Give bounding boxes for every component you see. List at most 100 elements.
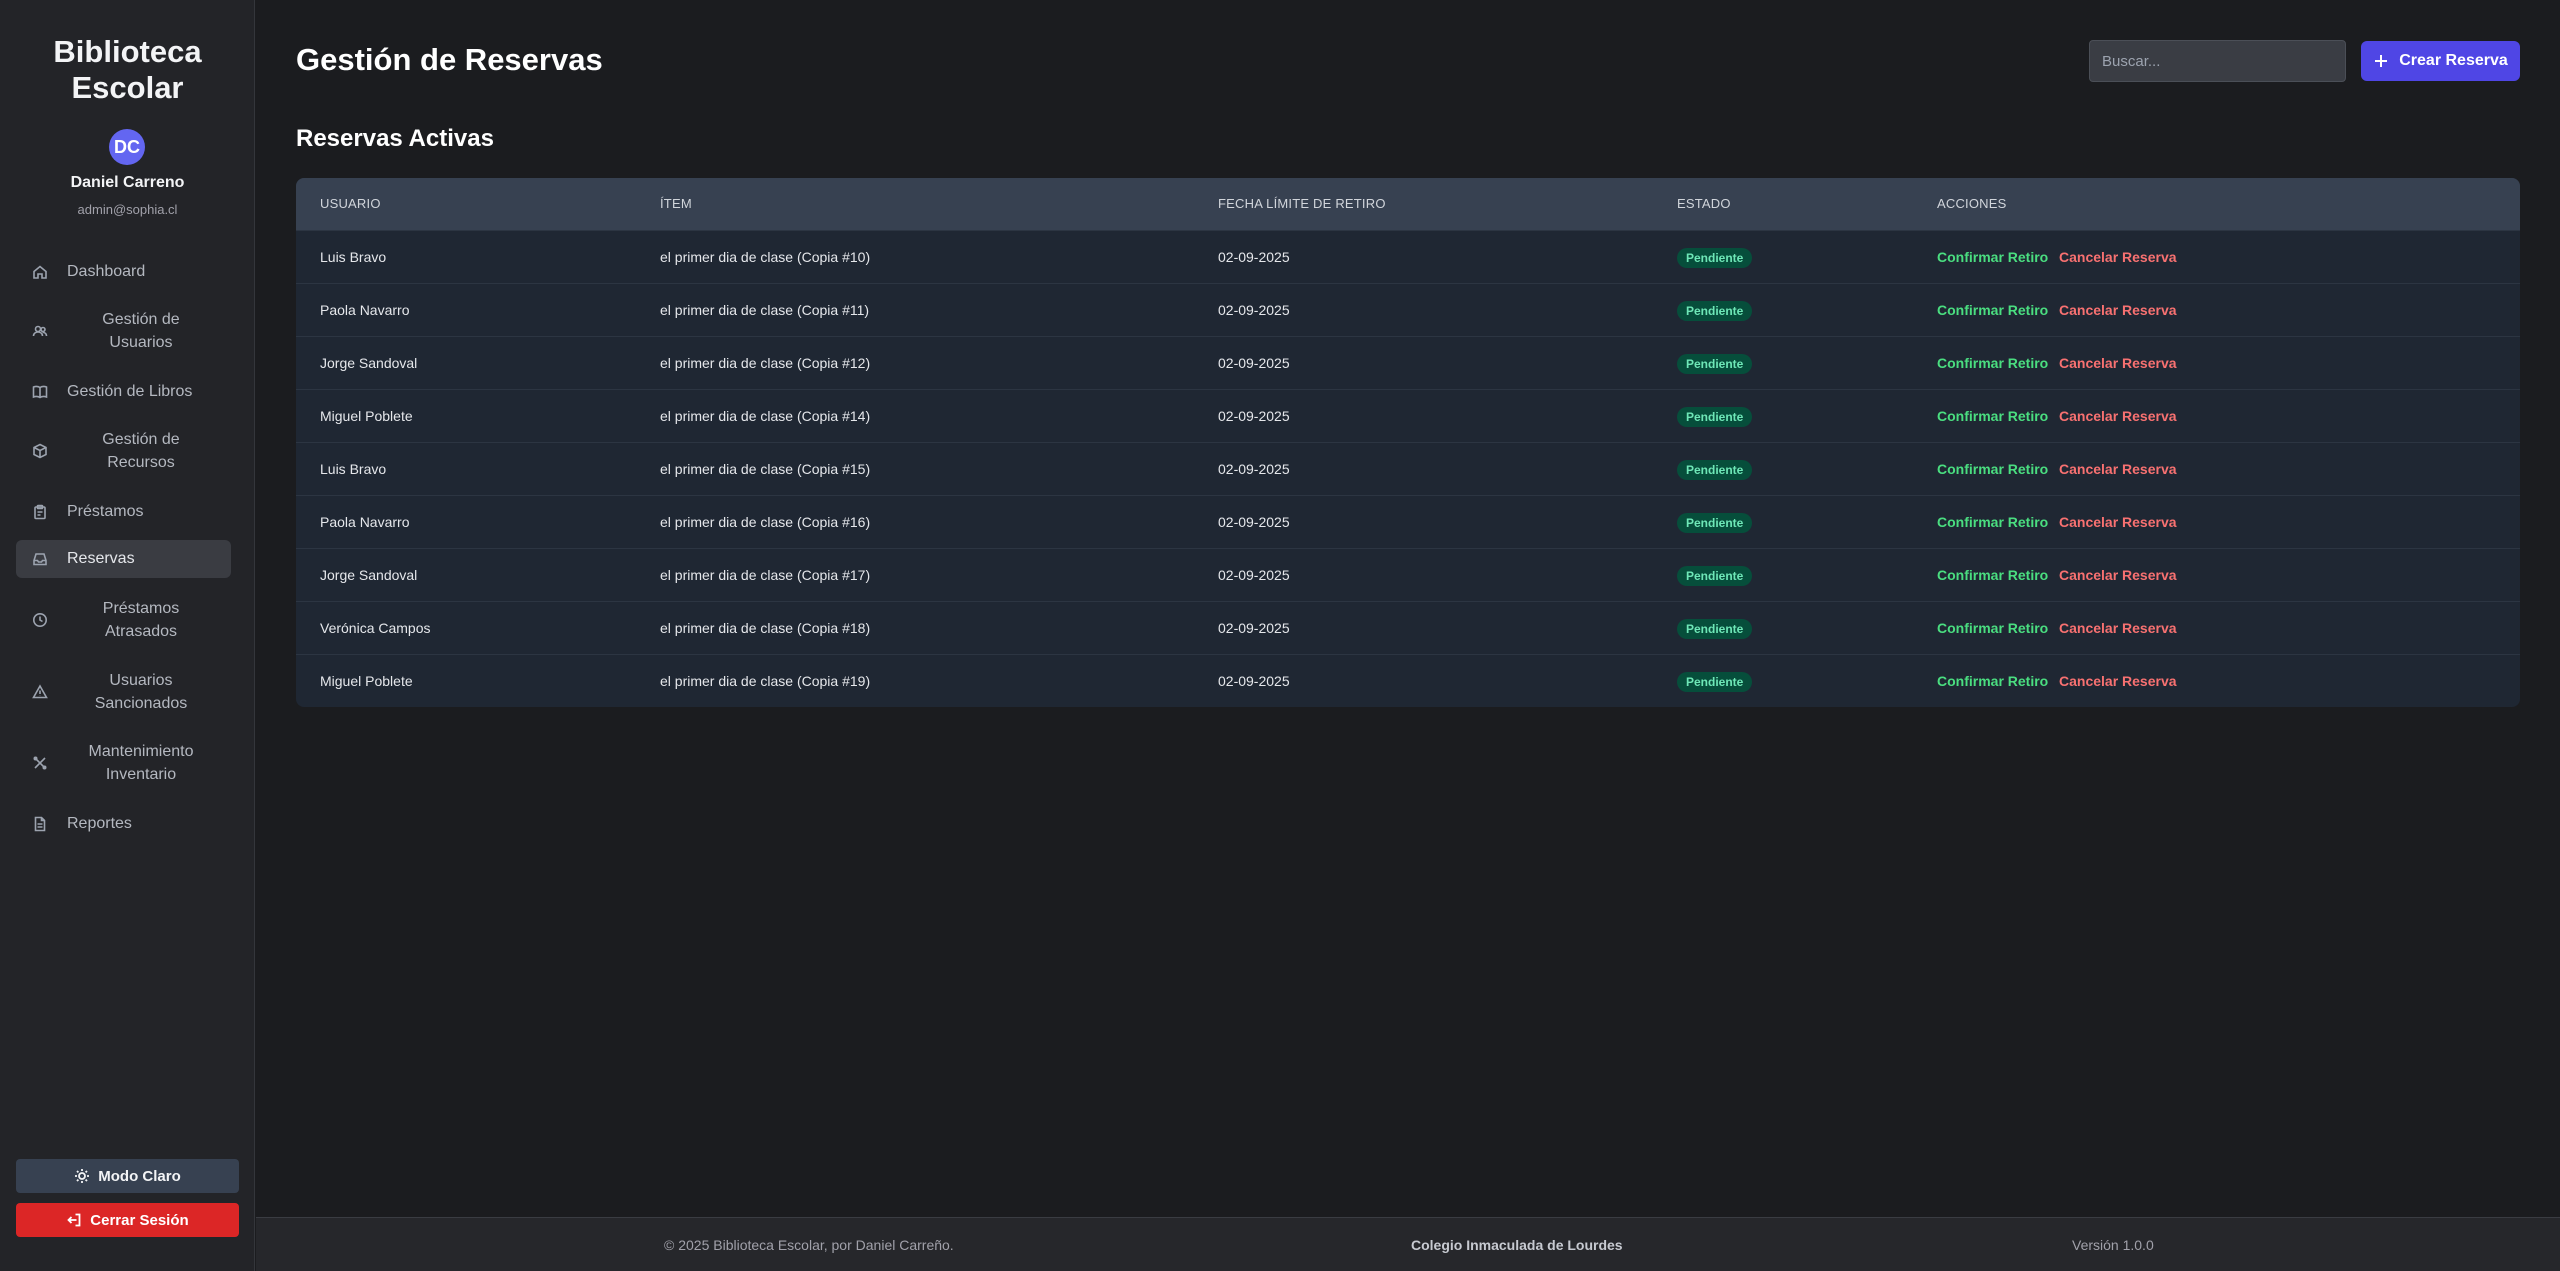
status-badge: Pendiente [1677,407,1753,427]
confirm-pickup-button[interactable]: Confirmar Retiro [1937,602,2048,655]
cell-item: el primer dia de clase (Copia #12) [660,355,871,371]
cell-fecha: 02-09-2025 [1218,620,1290,636]
clock-icon [32,612,48,628]
sidebar-item-label-line-2: Atrasados [104,623,178,640]
status-badge: Pendiente [1677,619,1753,639]
cell-fecha: 02-09-2025 [1218,514,1290,530]
table-header: Usuario Ítem Fecha Límite de Retiro Esta… [296,178,2520,230]
cell-fecha: 02-09-2025 [1218,567,1290,583]
confirm-pickup-button[interactable]: Confirmar Retiro [1937,284,2048,337]
search-input[interactable] [2089,40,2346,82]
sidebar-item-label: Reservas [67,550,135,567]
table-row: Paola Navarro el primer dia de clase (Co… [296,283,2520,336]
sidebar-item-gestion-libros[interactable]: Gestión de Libros [16,378,231,406]
cell-item: el primer dia de clase (Copia #18) [660,620,871,636]
cell-usuario: Luis Bravo [320,249,387,265]
cancel-reservation-button[interactable]: Cancelar Reserva [2059,390,2177,443]
confirm-pickup-button[interactable]: Confirmar Retiro [1937,443,2048,496]
sidebar-item-label-line-1: Usuarios [109,672,173,689]
light-mode-button[interactable]: Modo Claro [16,1159,239,1193]
cell-fecha: 02-09-2025 [1218,355,1290,371]
cell-item: el primer dia de clase (Copia #16) [660,514,871,530]
home-icon [32,264,48,280]
cancel-reservation-button[interactable]: Cancelar Reserva [2059,549,2177,602]
brand-line-2: Escolar [71,70,184,105]
document-icon [32,816,48,832]
sidebar-item-gestion-recursos[interactable]: Gestión de Recursos [16,426,231,476]
footer-school: Colegio Inmaculada de Lourdes [1411,1237,1623,1253]
logout-button[interactable]: Cerrar Sesión [16,1203,239,1237]
sidebar-item-label-line-1: Gestión de [102,311,180,328]
footer-version: Versión 1.0.0 [2072,1237,2154,1253]
table-row: Jorge Sandoval el primer dia de clase (C… [296,548,2520,601]
sidebar-item-gestion-usuarios[interactable]: Gestión de Usuarios [16,306,231,356]
table-row: Miguel Poblete el primer dia de clase (C… [296,389,2520,442]
cell-fecha: 02-09-2025 [1218,302,1290,318]
sidebar-item-label: Gestión de Usuarios [56,308,226,354]
inbox-icon [32,551,48,567]
cell-fecha: 02-09-2025 [1218,673,1290,689]
sidebar-item-prestamos[interactable]: Préstamos [16,498,231,526]
create-reservation-label: Crear Reserva [2399,52,2508,69]
confirm-pickup-button[interactable]: Confirmar Retiro [1937,549,2048,602]
cancel-reservation-button[interactable]: Cancelar Reserva [2059,655,2177,707]
logout-label: Cerrar Sesión [90,1211,189,1229]
sidebar-item-label-line-2: Sancionados [94,695,188,712]
cancel-reservation-button[interactable]: Cancelar Reserva [2059,496,2177,549]
column-header-fecha: Fecha Límite de Retiro [1218,196,1386,211]
sidebar-item-usuarios-sancionados[interactable]: Usuarios Sancionados [16,667,231,717]
confirm-pickup-button[interactable]: Confirmar Retiro [1937,655,2048,707]
user-email: admin@sophia.cl [77,202,178,217]
footer: © 2025 Biblioteca Escolar, por Daniel Ca… [256,1217,2560,1271]
sidebar-item-reportes[interactable]: Reportes [16,810,231,838]
column-header-acciones: Acciones [1937,196,2007,211]
book-icon [32,384,48,400]
table-row: Miguel Poblete el primer dia de clase (C… [296,654,2520,707]
sidebar-item-label-line-2: Inventario [105,766,177,783]
sidebar-item-label: Usuarios Sancionados [56,669,226,715]
cancel-reservation-button[interactable]: Cancelar Reserva [2059,602,2177,655]
table-row: Luis Bravo el primer dia de clase (Copia… [296,442,2520,495]
light-mode-label: Modo Claro [98,1167,181,1185]
sidebar-item-label-line-1: Préstamos [102,600,180,617]
confirm-pickup-button[interactable]: Confirmar Retiro [1937,390,2048,443]
cancel-reservation-button[interactable]: Cancelar Reserva [2059,231,2177,284]
sun-icon [75,1169,90,1183]
sidebar-item-label: Mantenimiento Inventario [56,740,226,786]
status-badge: Pendiente [1677,248,1753,268]
status-badge: Pendiente [1677,460,1753,480]
logout-icon [67,1213,81,1227]
warning-icon [32,684,48,700]
cancel-reservation-button[interactable]: Cancelar Reserva [2059,337,2177,390]
sidebar-item-mantenimiento-inventario[interactable]: Mantenimiento Inventario [16,738,231,788]
confirm-pickup-button[interactable]: Confirmar Retiro [1937,231,2048,284]
status-badge: Pendiente [1677,672,1753,692]
cube-icon [32,443,48,459]
cell-item: el primer dia de clase (Copia #19) [660,673,871,689]
cell-fecha: 02-09-2025 [1218,461,1290,477]
confirm-pickup-button[interactable]: Confirmar Retiro [1937,496,2048,549]
page-title: Gestión de Reservas [296,42,603,77]
cancel-reservation-button[interactable]: Cancelar Reserva [2059,284,2177,337]
reservations-table: Usuario Ítem Fecha Límite de Retiro Esta… [296,178,2520,707]
sidebar-item-label: Préstamos [67,503,144,520]
table-row: Paola Navarro el primer dia de clase (Co… [296,495,2520,548]
status-badge: Pendiente [1677,566,1753,586]
column-header-estado: Estado [1677,196,1731,211]
column-header-item: Ítem [660,196,692,211]
confirm-pickup-button[interactable]: Confirmar Retiro [1937,337,2048,390]
cell-item: el primer dia de clase (Copia #10) [660,249,871,265]
sidebar-item-reservas[interactable]: Reservas [16,540,231,578]
cancel-reservation-button[interactable]: Cancelar Reserva [2059,443,2177,496]
sidebar-item-dashboard[interactable]: Dashboard [16,258,231,286]
cell-item: el primer dia de clase (Copia #11) [660,302,870,318]
create-reservation-button[interactable]: Crear Reserva [2361,41,2520,81]
sidebar-item-prestamos-atrasados[interactable]: Préstamos Atrasados [16,595,231,645]
cell-item: el primer dia de clase (Copia #15) [660,461,871,477]
app-root: Biblioteca Escolar DC Daniel Carreno adm… [0,0,2560,1271]
column-header-usuario: Usuario [320,196,381,211]
section-title: Reservas Activas [296,125,494,152]
avatar: DC [109,129,145,165]
sidebar-item-label: Préstamos Atrasados [56,597,226,643]
cell-item: el primer dia de clase (Copia #14) [660,408,871,424]
